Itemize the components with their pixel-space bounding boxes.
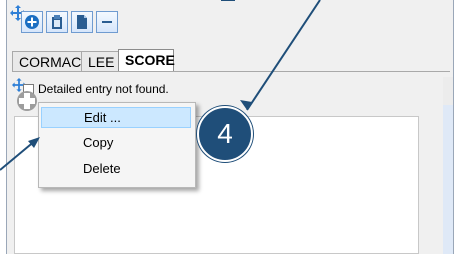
step-number-callout: 4 — [197, 106, 253, 162]
left-arrow-line — [0, 139, 37, 171]
callout-arrow-line — [246, 0, 321, 111]
